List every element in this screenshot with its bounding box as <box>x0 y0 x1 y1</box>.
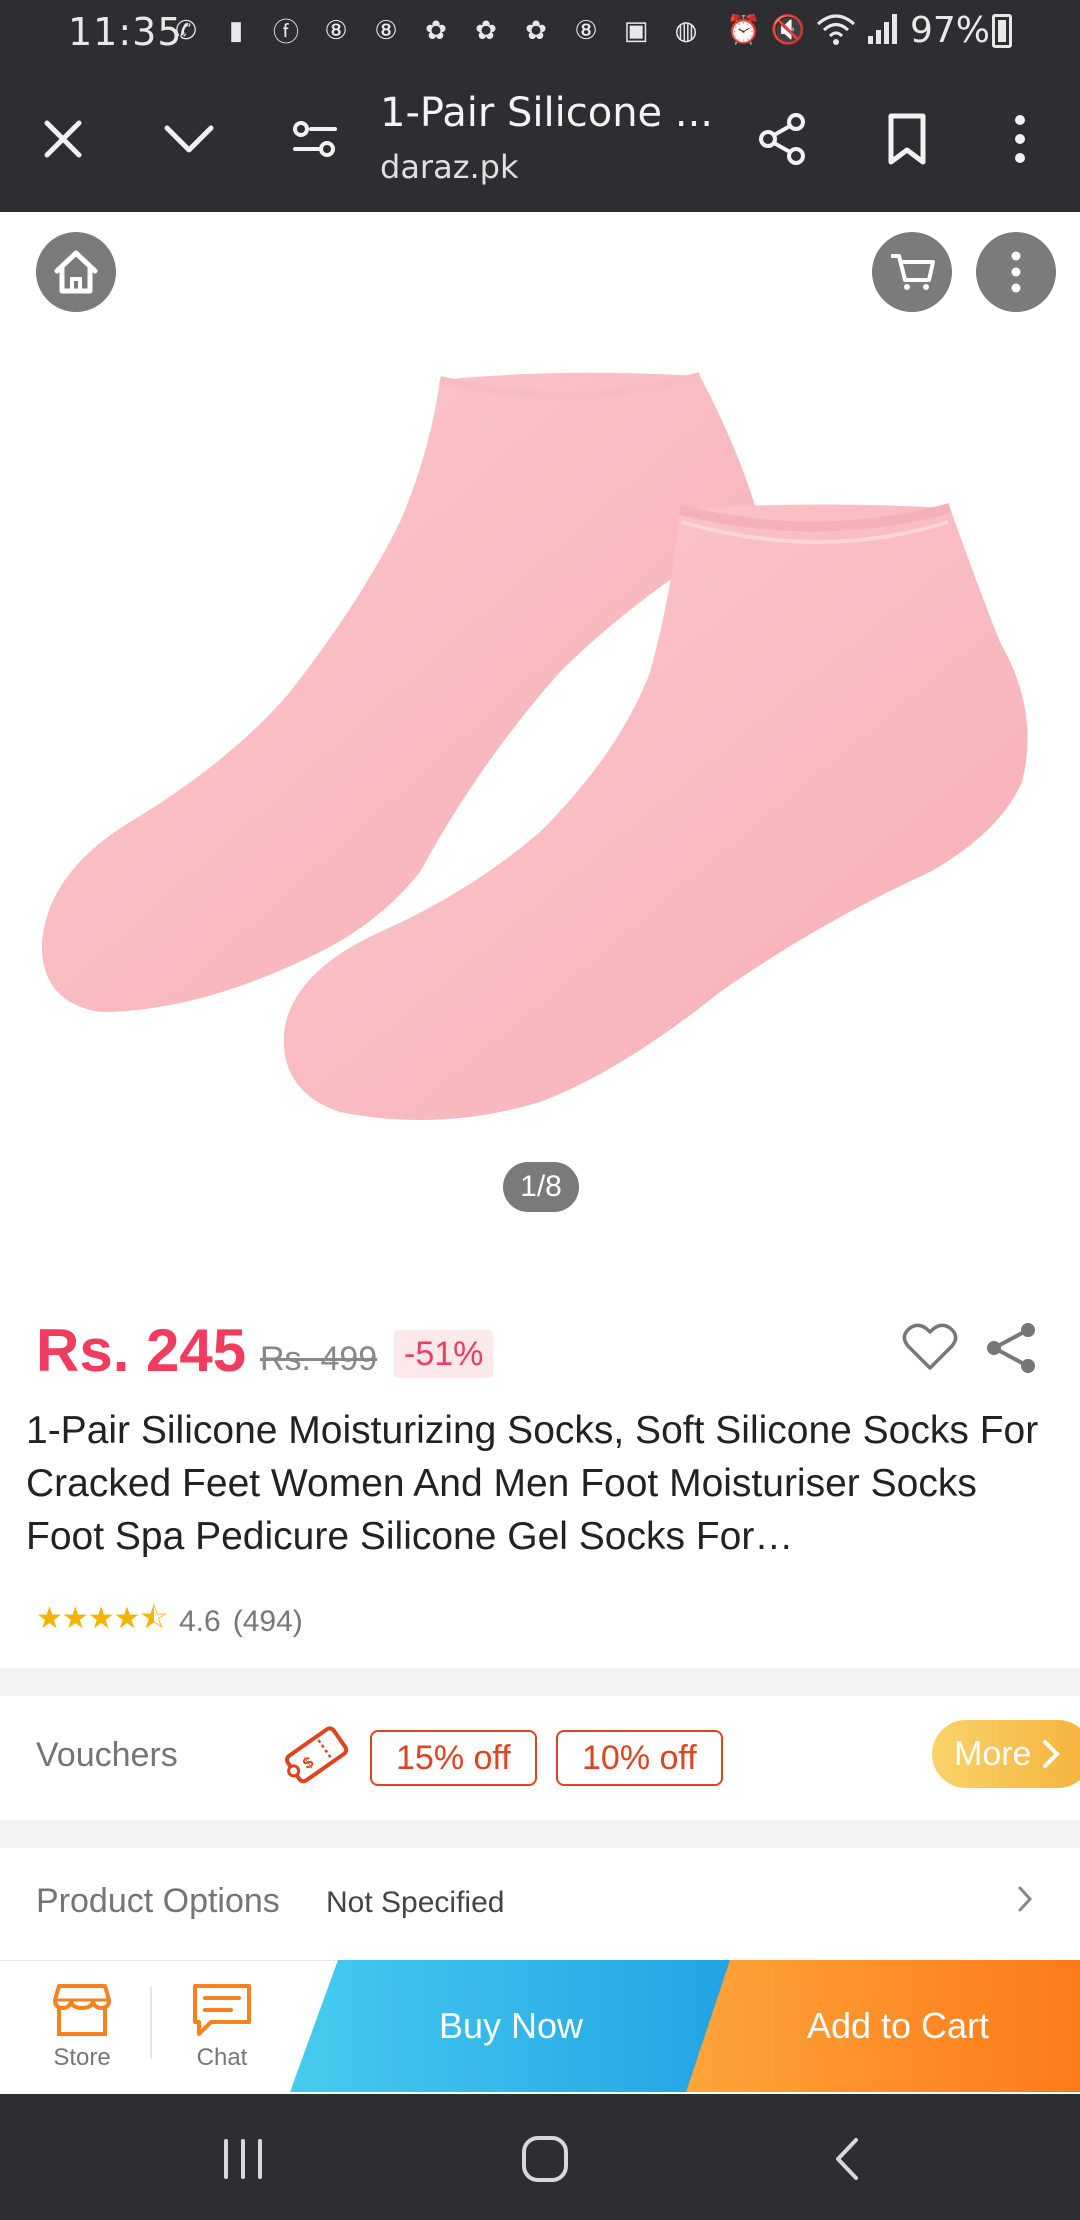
chevron-down-icon[interactable] <box>154 104 224 174</box>
system-nav-bar <box>0 2094 1080 2220</box>
section-divider <box>0 1668 1080 1696</box>
wishlist-heart-icon[interactable] <box>902 1322 962 1378</box>
rating-value: 4.6 <box>179 1604 221 1638</box>
store-label: Store <box>53 2044 111 2071</box>
shopping-bag-icon: ◍ <box>674 14 698 45</box>
more-label: More <box>954 1734 1032 1773</box>
add-to-cart-button[interactable]: Add to Cart <box>686 1960 1080 2092</box>
vouchers-more-button[interactable]: More <box>932 1720 1080 1788</box>
share-icon[interactable] <box>984 1320 1044 1380</box>
status-time: 11:35 <box>68 10 183 54</box>
message-icon: ▮ <box>228 14 244 45</box>
discount-badge: -51% <box>394 1330 494 1378</box>
chat-button[interactable]: Chat <box>170 1961 274 2093</box>
product-options-row[interactable]: Product Options Not Specified <box>0 1848 1080 1958</box>
notification-icons: ✆ ▮ ⓕ ⑧ ⑧ ✿ ✿ ✿ ⑧ ▣ ◍ <box>168 12 704 48</box>
original-price: Rs. 499 <box>260 1340 378 1378</box>
share-icon[interactable] <box>748 104 818 174</box>
app-icon: ⑧ <box>574 14 598 45</box>
product-gallery[interactable]: 1/8 <box>0 212 1080 1267</box>
signal-icon <box>867 14 897 44</box>
chat-bubble-icon: ✿ <box>475 14 497 45</box>
browser-toolbar: 1-Pair Silicone ... daraz.pk <box>0 66 1080 212</box>
wifi-icon <box>816 14 855 45</box>
app-icon: ⑧ <box>374 14 398 45</box>
home-icon[interactable] <box>36 232 116 312</box>
app-icon: ⑧ <box>324 14 348 45</box>
voucher-chip[interactable]: 15% off <box>370 1730 537 1786</box>
more-vert-icon[interactable] <box>976 232 1056 312</box>
svg-text:$: $ <box>300 1754 317 1773</box>
recent-apps-icon[interactable] <box>208 2124 278 2194</box>
battery-icon <box>992 14 1012 48</box>
gallery-pager: 1/8 <box>503 1162 579 1212</box>
status-bar: 11:35 ✆ ▮ ⓕ ⑧ ⑧ ✿ ✿ ✿ ⑧ ▣ ◍ ⏰ 🔇 97% <box>0 0 1080 66</box>
chat-bubble-icon: ✿ <box>425 14 447 45</box>
system-icons: ⏰ 🔇 <box>726 12 900 46</box>
rating-stars: ★★★★⯪ <box>36 1602 168 1635</box>
facebook-icon: ⓕ <box>272 16 299 47</box>
home-nav-icon[interactable] <box>510 2124 580 2194</box>
mute-icon: 🔇 <box>770 13 806 45</box>
chevron-right-icon <box>1018 1886 1033 1912</box>
product-options-value: Not Specified <box>326 1886 505 1919</box>
chevron-right-icon <box>1043 1740 1061 1768</box>
product-options-label: Product Options <box>36 1882 280 1920</box>
product-image <box>41 372 1028 1120</box>
page-title[interactable]: 1-Pair Silicone ... <box>380 90 713 136</box>
section-divider <box>0 1820 1080 1848</box>
voucher-chip[interactable]: 10% off <box>556 1730 723 1786</box>
product-title: 1-Pair Silicone Moisturizing Socks, Soft… <box>26 1409 1039 1558</box>
alarm-icon: ⏰ <box>726 13 761 45</box>
whatsapp-icon: ✆ <box>175 14 197 45</box>
store-icon <box>53 1984 111 2036</box>
close-icon[interactable] <box>28 104 98 174</box>
review-count: (494) <box>232 1604 303 1638</box>
current-price: Rs. 245 <box>36 1317 247 1384</box>
vouchers-row: Vouchers $ 15% off 10% off More <box>0 1696 1080 1820</box>
cart-icon[interactable] <box>872 232 952 312</box>
site-settings-icon[interactable] <box>280 104 350 174</box>
buy-now-button[interactable]: Buy Now <box>290 1960 732 2092</box>
voucher-ticket-icon: $ <box>282 1720 350 1788</box>
chat-label: Chat <box>196 2044 248 2071</box>
bookmark-icon[interactable] <box>872 104 942 174</box>
page-domain[interactable]: daraz.pk <box>380 148 519 186</box>
divider <box>150 1987 152 2059</box>
chat-icon <box>193 1984 251 2036</box>
back-icon[interactable] <box>812 2124 882 2194</box>
chat-bubble-icon: ✿ <box>525 14 547 45</box>
product-rating[interactable]: ★★★★⯪ 4.6 (494) <box>36 1596 303 1647</box>
gallery-icon: ▣ <box>623 14 649 45</box>
battery-percent: 97% <box>910 10 991 51</box>
vouchers-label: Vouchers <box>36 1736 178 1774</box>
more-vert-icon[interactable] <box>985 104 1055 174</box>
store-button[interactable]: Store <box>30 1961 134 2093</box>
